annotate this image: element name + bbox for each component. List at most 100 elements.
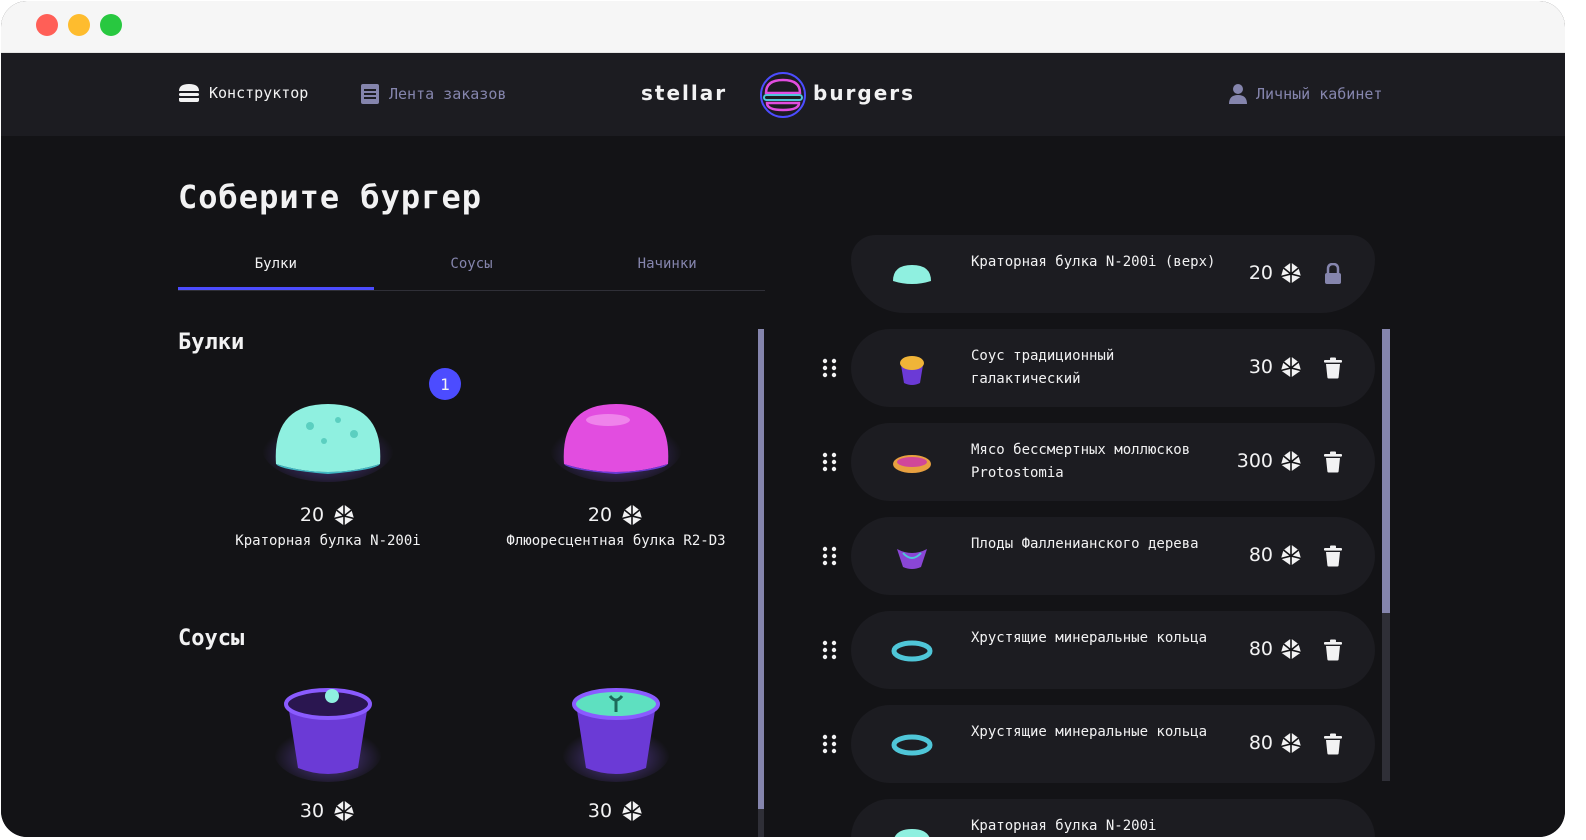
- currency-icon: [1279, 637, 1303, 661]
- browser-window: Конструктор Лента заказов stellar burger…: [1, 1, 1565, 837]
- price-value: 20: [299, 504, 325, 526]
- ingredient-card-bun-fluorescent[interactable]: 20 Флюоресцентная булка R2-D3: [476, 386, 756, 586]
- constructor-element-price: 80: [1249, 731, 1303, 755]
- ingredient-name: Флюоресцентная булка R2-D3: [506, 533, 726, 549]
- list-icon: [361, 84, 379, 104]
- bun-fluorescent-image: [550, 404, 682, 482]
- card-price: 20: [188, 503, 468, 527]
- logo-text-left: stellar: [641, 81, 728, 105]
- price-value: 30: [1248, 356, 1273, 378]
- constructor-bun-top: Краторная булка N-200i (верх) 20: [811, 235, 1411, 313]
- constructor-element: Плоды Фалленианского дерева 80: [851, 517, 1375, 595]
- price-value: 300: [1236, 450, 1273, 472]
- currency-icon: [332, 799, 356, 823]
- price-value: 20: [1248, 262, 1273, 284]
- constructor-element: Краторная булка N-200i (верх) 20: [851, 235, 1375, 313]
- drag-handle-icon[interactable]: [822, 358, 838, 378]
- tab-sauces[interactable]: Соусы: [374, 250, 570, 290]
- currency-icon: [1279, 731, 1303, 755]
- constructor-element-name: Соус традиционный галактический: [971, 348, 1115, 387]
- constructor-item[interactable]: Плоды Фалленианского дерева 80: [811, 517, 1411, 595]
- nav-constructor[interactable]: Конструктор: [178, 83, 308, 103]
- price-value: 80: [1248, 638, 1273, 660]
- nav-profile[interactable]: Личный кабинет: [1229, 83, 1382, 105]
- logo-burger-icon: [760, 72, 806, 118]
- constructor-element-name: Плоды Фалленианского дерева: [971, 536, 1199, 552]
- nav-constructor-label: Конструктор: [209, 84, 309, 102]
- profile-icon: [1229, 84, 1247, 104]
- app-header: Конструктор Лента заказов stellar burger…: [1, 53, 1565, 136]
- nav-profile-label: Личный кабинет: [1256, 85, 1383, 103]
- drag-handle-icon[interactable]: [822, 452, 838, 472]
- fallenian-fruit-thumb: [897, 549, 927, 569]
- constructor-element: Мясо бессмертных моллюсков Protostomia 3…: [851, 423, 1375, 501]
- mineral-rings-thumb: [891, 640, 933, 662]
- card-price: 30: [476, 799, 756, 823]
- currency-icon: [1279, 449, 1303, 473]
- drag-handle-icon[interactable]: [822, 640, 838, 660]
- ingredient-card-sauce[interactable]: 30: [188, 682, 468, 837]
- nav-order-feed-label: Лента заказов: [389, 85, 507, 103]
- price-value: 80: [1248, 732, 1273, 754]
- constructor-element-name: Хрустящие минеральные кольца: [971, 630, 1208, 646]
- constructor-bun-bottom: Краторная булка N-200i: [811, 799, 1411, 837]
- page-title: Соберите бургер: [178, 178, 482, 216]
- meat-protostomia-thumb: [893, 455, 931, 473]
- currency-icon: [1279, 261, 1303, 285]
- currency-icon: [332, 503, 356, 527]
- ingredients-list[interactable]: Булки 20 Краторная булка N-200i 1 20 Флю…: [178, 316, 758, 837]
- drag-handle-icon[interactable]: [822, 546, 838, 566]
- card-price: 20: [476, 503, 756, 527]
- logo-text-right: burgers: [813, 81, 916, 105]
- delete-trash-icon[interactable]: [1323, 733, 1343, 755]
- lock-icon: [1325, 263, 1341, 284]
- sauce-traditional-thumb: [900, 356, 924, 385]
- delete-trash-icon[interactable]: [1323, 545, 1343, 567]
- currency-icon: [620, 503, 644, 527]
- constructor-element-price: 300: [1237, 449, 1303, 473]
- constructor-element-name: Краторная булка N-200i: [971, 818, 1157, 834]
- constructor-item[interactable]: Соус традиционный галактический 30: [811, 329, 1411, 407]
- constructor-element: Соус традиционный галактический 30: [851, 329, 1375, 407]
- ingredient-tabs: Булки Соусы Начинки: [178, 250, 765, 291]
- logo[interactable]: stellar burgers: [641, 71, 931, 119]
- window-titlebar: [1, 1, 1565, 53]
- ingredient-name: Краторная булка N-200i: [235, 533, 421, 549]
- price-value: 30: [299, 800, 325, 822]
- currency-icon: [620, 799, 644, 823]
- tab-fillings[interactable]: Начинки: [569, 250, 765, 290]
- constructor-element-price: 80: [1249, 637, 1303, 661]
- currency-icon: [1279, 543, 1303, 567]
- section-title-sauces: Соусы: [178, 626, 245, 651]
- constructor-item[interactable]: Хрустящие минеральные кольца 80: [811, 705, 1411, 783]
- constructor-item[interactable]: Хрустящие минеральные кольца 80: [811, 611, 1411, 689]
- drag-handle-icon[interactable]: [822, 734, 838, 754]
- nav-order-feed[interactable]: Лента заказов: [360, 83, 506, 105]
- constructor-element-price: 80: [1249, 543, 1303, 567]
- maximize-window-button[interactable]: [100, 14, 122, 36]
- ingredient-card-bun-crater[interactable]: 20 Краторная булка N-200i: [188, 386, 468, 586]
- constructor-element-price: 20: [1249, 261, 1303, 285]
- constructor-scrollbar-thumb[interactable]: [1382, 329, 1390, 613]
- ingredients-scrollbar-thumb[interactable]: [758, 329, 764, 809]
- close-window-button[interactable]: [36, 14, 58, 36]
- bun-crater-thumb: [893, 265, 931, 284]
- constructor-element-name: Мясо бессмертных моллюсков Protostomia: [971, 442, 1191, 481]
- delete-trash-icon[interactable]: [1323, 451, 1343, 473]
- constructor-element-price: 30: [1249, 355, 1303, 379]
- constructor-element-name: Краторная булка N-200i (верх): [971, 254, 1216, 270]
- ingredient-card-sauce[interactable]: 30: [476, 682, 756, 837]
- section-title-buns: Булки: [178, 330, 245, 355]
- bun-crater-thumb: [894, 829, 930, 837]
- constructor-element: Краторная булка N-200i: [851, 799, 1375, 837]
- price-value: 80: [1248, 544, 1273, 566]
- constructor-item[interactable]: Мясо бессмертных моллюсков Protostomia 3…: [811, 423, 1411, 501]
- price-value: 30: [587, 800, 613, 822]
- sauce-cup-image: [562, 688, 670, 782]
- delete-trash-icon[interactable]: [1323, 357, 1343, 379]
- sauce-cup-image: [274, 688, 382, 782]
- minimize-window-button[interactable]: [68, 14, 90, 36]
- tab-buns[interactable]: Булки: [178, 250, 374, 290]
- constructor-element: Хрустящие минеральные кольца 80: [851, 705, 1375, 783]
- delete-trash-icon[interactable]: [1323, 639, 1343, 661]
